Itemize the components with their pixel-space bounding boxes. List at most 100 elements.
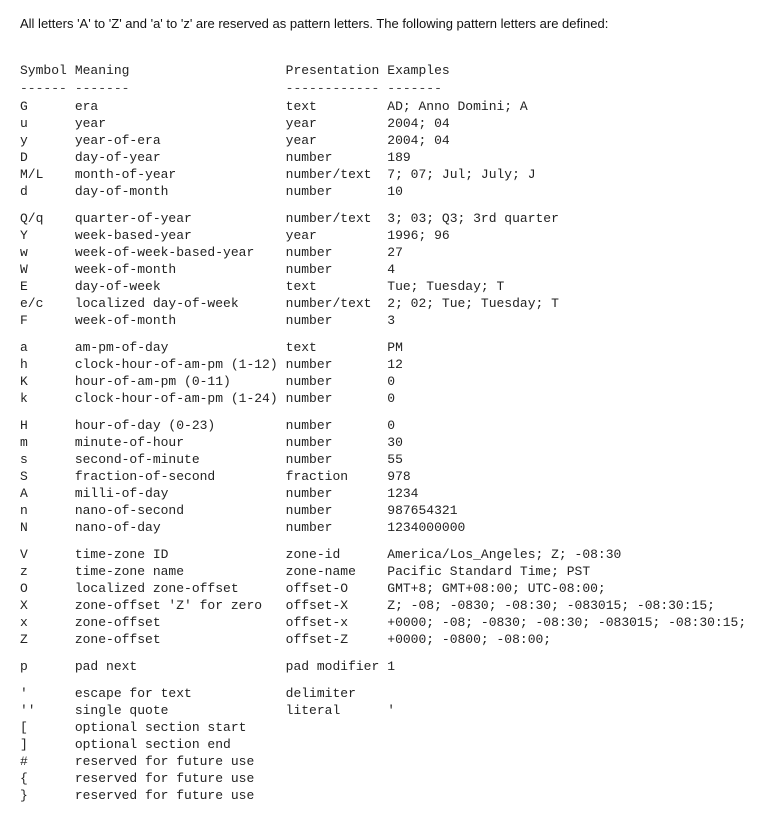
cell-symbol: m [20,434,75,451]
cell-meaning: reserved for future use [75,787,286,804]
table-row: O localized zone-offset offset-O GMT+8; … [20,580,754,597]
cell-meaning: localized zone-offset [75,580,286,597]
cell-presentation: number [286,502,388,519]
table-row: x zone-offset offset-x +0000; -08; -0830… [20,614,754,631]
cell-meaning: fraction-of-second [75,468,286,485]
cell-meaning: zone-offset [75,614,286,631]
cell-symbol: W [20,261,75,278]
cell-meaning: reserved for future use [75,770,286,787]
cell-presentation: number [286,373,388,390]
cell-examples: 2004; 04 [387,115,754,132]
cell-examples: 2; 02; Tue; Tuesday; T [387,295,754,312]
cell-examples: Tue; Tuesday; T [387,278,754,295]
header-presentation: Presentation [286,62,388,80]
cell-presentation: literal [286,702,388,719]
divider-symbol: ------ [20,80,75,98]
cell-presentation: year [286,132,388,149]
cell-symbol: S [20,468,75,485]
table-row: } reserved for future use [20,787,754,804]
cell-presentation [286,736,388,753]
cell-meaning: escape for text [75,685,286,702]
cell-examples: 7; 07; Jul; July; J [387,166,754,183]
cell-examples: 27 [387,244,754,261]
cell-symbol: '' [20,702,75,719]
cell-symbol: e/c [20,295,75,312]
cell-examples: 10 [387,183,754,200]
cell-presentation: number [286,183,388,200]
header-symbol: Symbol [20,62,75,80]
cell-symbol: w [20,244,75,261]
cell-meaning: minute-of-hour [75,434,286,451]
table-row: e/c localized day-of-week number/text 2;… [20,295,754,312]
cell-presentation: number [286,451,388,468]
cell-symbol: O [20,580,75,597]
cell-symbol: Z [20,631,75,648]
cell-meaning: time-zone name [75,563,286,580]
cell-meaning: week-of-week-based-year [75,244,286,261]
table-row: N nano-of-day number 1234000000 [20,519,754,536]
table-spacer-row [20,675,754,685]
cell-meaning: month-of-year [75,166,286,183]
table-row: d day-of-month number 10 [20,183,754,200]
cell-symbol: A [20,485,75,502]
table-row: M/L month-of-year number/text 7; 07; Jul… [20,166,754,183]
cell-symbol: # [20,753,75,770]
cell-presentation: text [286,98,388,115]
cell-presentation: year [286,115,388,132]
cell-examples: 0 [387,417,754,434]
cell-meaning: optional section start [75,719,286,736]
cell-examples: PM [387,339,754,356]
table-row: X zone-offset 'Z' for zero offset-X Z; -… [20,597,754,614]
cell-meaning: milli-of-day [75,485,286,502]
table-divider-row: ------ ------- ------------ ------- [20,80,754,98]
cell-presentation: number/text [286,295,388,312]
cell-symbol: G [20,98,75,115]
cell-symbol: H [20,417,75,434]
cell-examples: America/Los_Angeles; Z; -08:30 [387,546,754,563]
cell-examples: +0000; -0800; -08:00; [387,631,754,648]
divider-meaning: ------- [75,80,286,98]
table-row: a am-pm-of-day text PM [20,339,754,356]
cell-presentation: number/text [286,210,388,227]
cell-meaning: day-of-year [75,149,286,166]
cell-examples: 1 [387,658,754,675]
cell-symbol: ' [20,685,75,702]
cell-meaning: day-of-month [75,183,286,200]
cell-examples: 4 [387,261,754,278]
cell-symbol: p [20,658,75,675]
table-row: D day-of-year number 189 [20,149,754,166]
cell-symbol: Q/q [20,210,75,227]
cell-presentation: zone-name [286,563,388,580]
cell-examples: Pacific Standard Time; PST [387,563,754,580]
cell-examples [387,770,754,787]
cell-presentation: zone-id [286,546,388,563]
cell-symbol: d [20,183,75,200]
table-row: V time-zone ID zone-id America/Los_Angel… [20,546,754,563]
table-spacer-row [20,648,754,658]
cell-meaning: zone-offset 'Z' for zero [75,597,286,614]
table-row: s second-of-minute number 55 [20,451,754,468]
table-row: Q/q quarter-of-year number/text 3; 03; Q… [20,210,754,227]
cell-meaning: clock-hour-of-am-pm (1-12) [75,356,286,373]
cell-symbol: y [20,132,75,149]
cell-symbol: x [20,614,75,631]
table-row: G era text AD; Anno Domini; A [20,98,754,115]
table-row: h clock-hour-of-am-pm (1-12) number 12 [20,356,754,373]
cell-meaning: nano-of-day [75,519,286,536]
cell-meaning: zone-offset [75,631,286,648]
cell-presentation: number [286,519,388,536]
cell-meaning: pad next [75,658,286,675]
cell-examples: 987654321 [387,502,754,519]
table-row: A milli-of-day number 1234 [20,485,754,502]
header-meaning: Meaning [75,62,286,80]
table-row: p pad next pad modifier 1 [20,658,754,675]
cell-symbol: E [20,278,75,295]
cell-presentation [286,787,388,804]
cell-presentation: number [286,244,388,261]
table-row: { reserved for future use [20,770,754,787]
cell-presentation: text [286,278,388,295]
cell-meaning: clock-hour-of-am-pm (1-24) [75,390,286,407]
cell-symbol: } [20,787,75,804]
cell-symbol: k [20,390,75,407]
cell-presentation: number [286,434,388,451]
